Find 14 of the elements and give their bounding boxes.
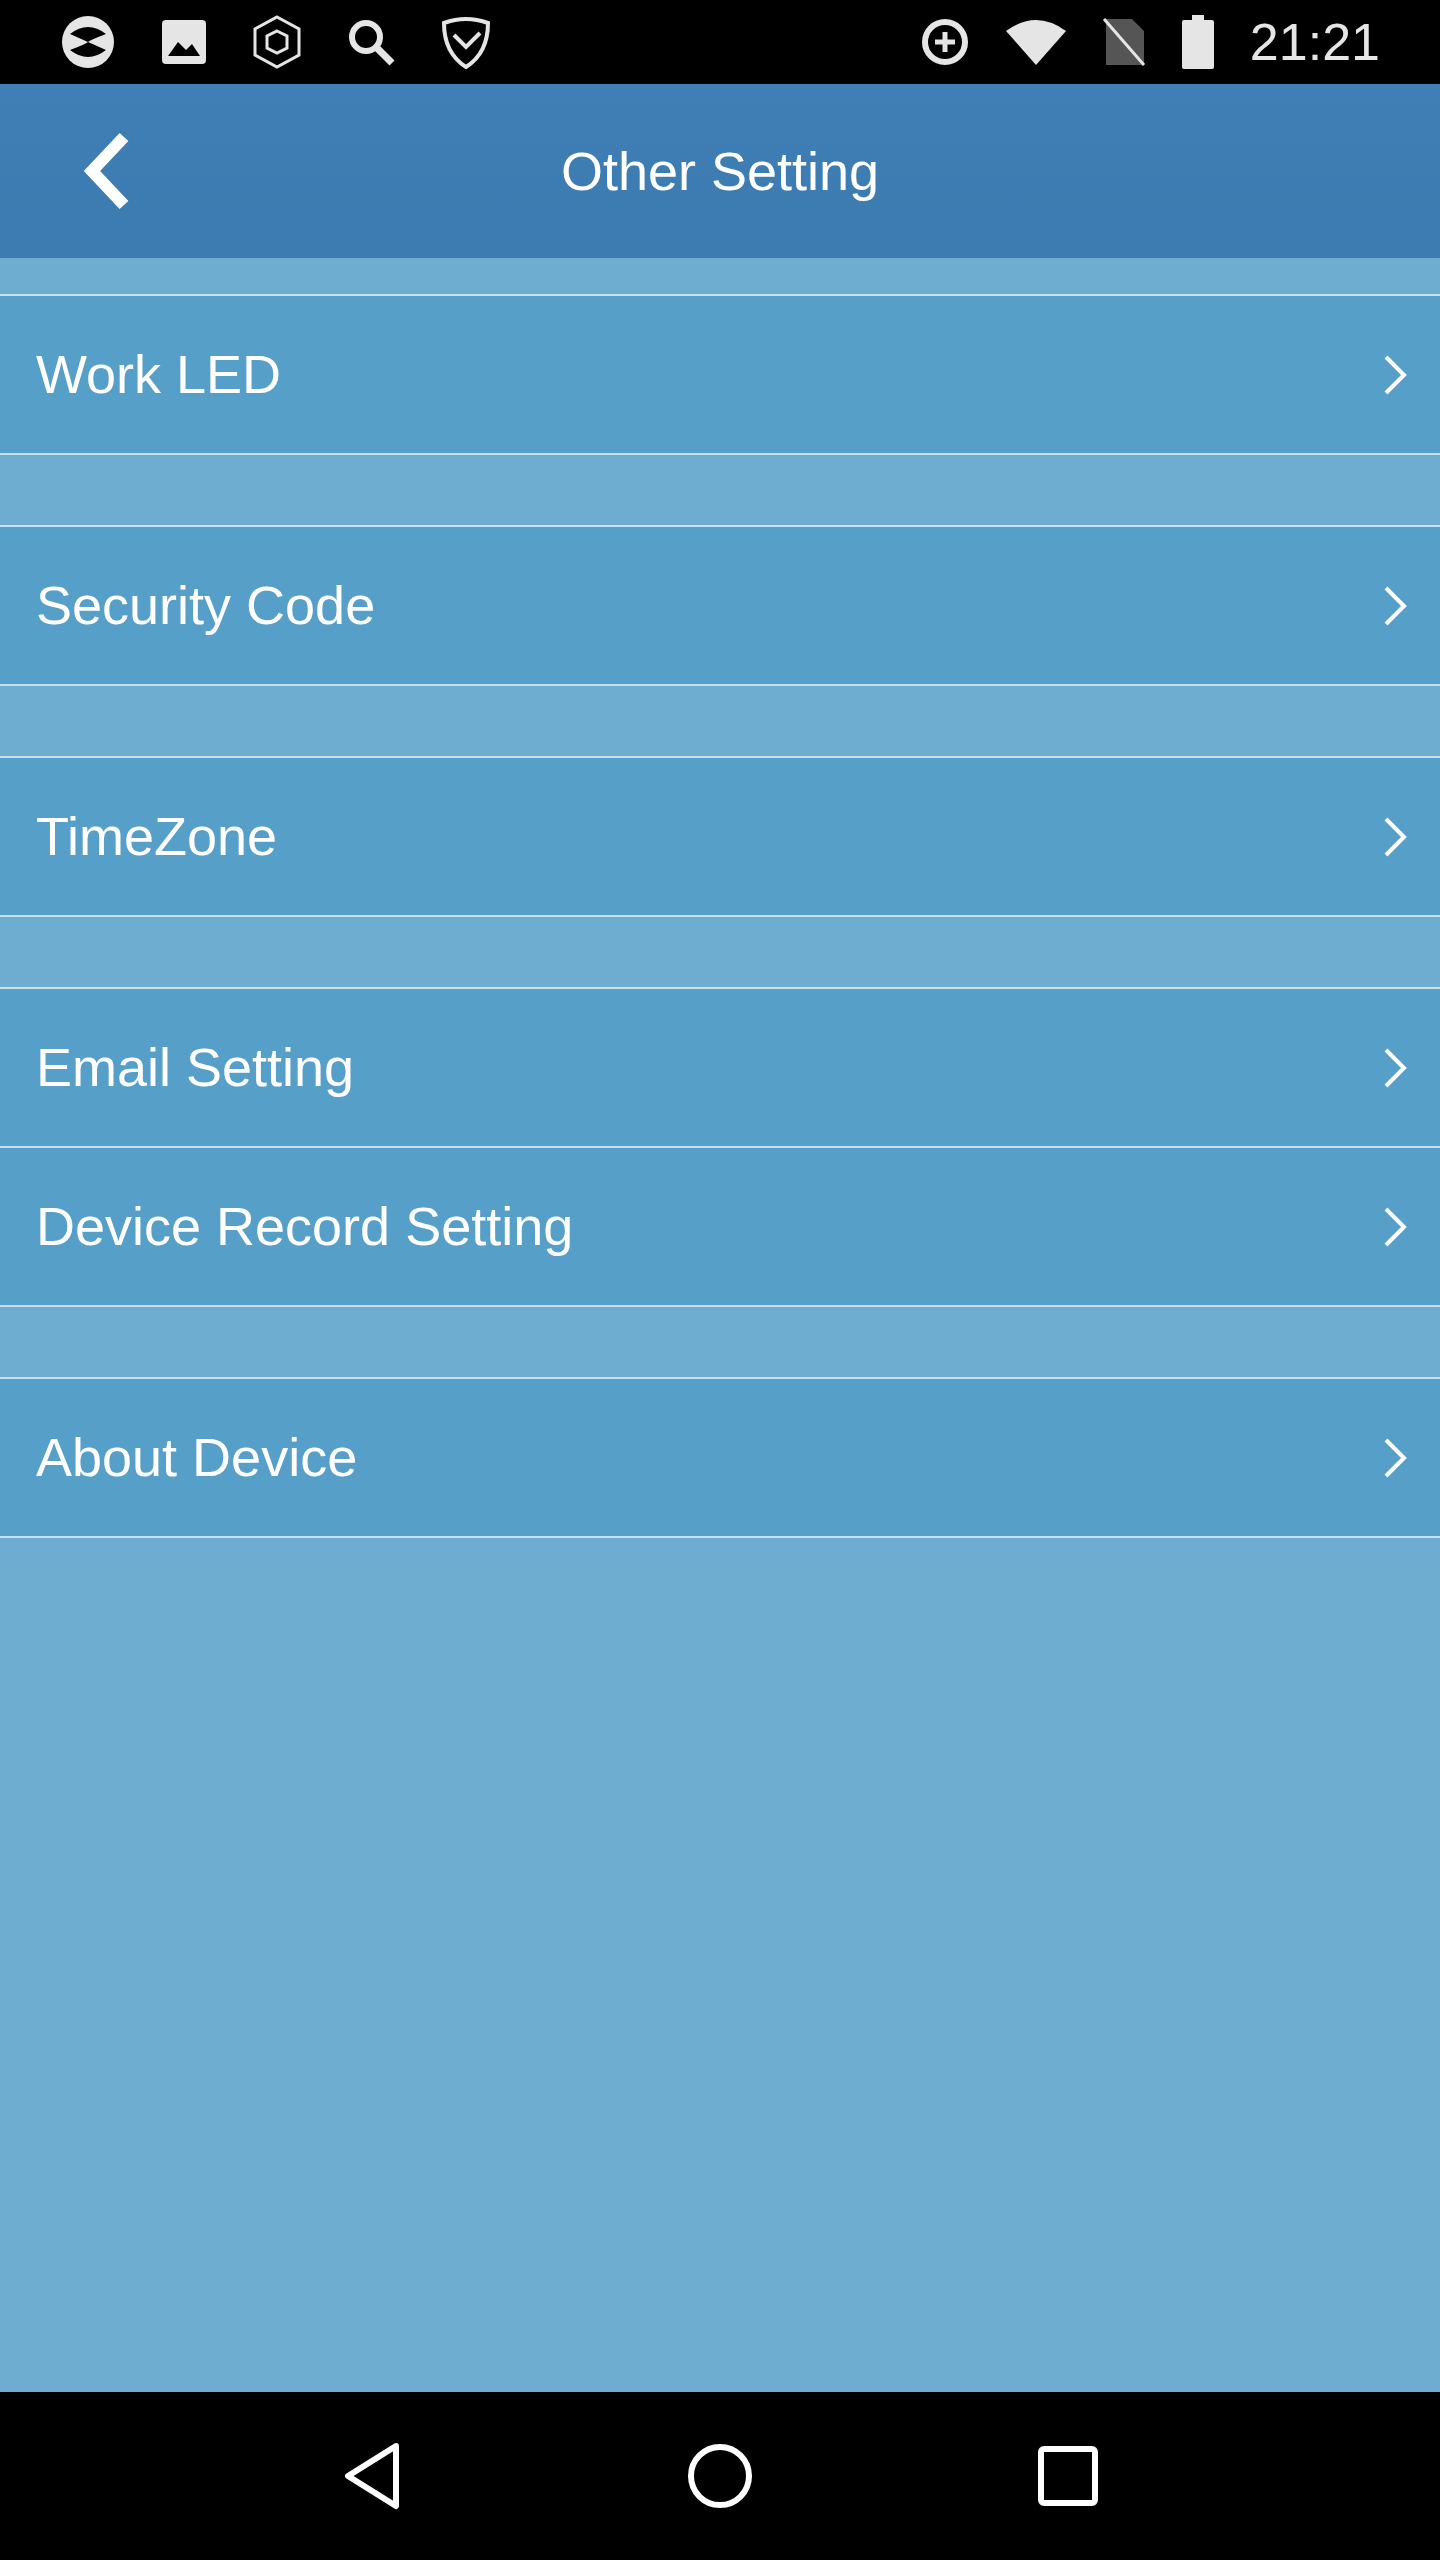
row-label: Work LED <box>36 343 283 406</box>
settings-row[interactable]: Work LED <box>0 296 1440 455</box>
settings-row[interactable]: Security Code <box>0 527 1440 686</box>
settings-row[interactable]: TimeZone <box>0 758 1440 917</box>
header-title: Other Setting <box>560 139 880 203</box>
settings-row[interactable]: About Device <box>0 1379 1440 1538</box>
row-label: About Device <box>36 1426 359 1489</box>
settings-row[interactable]: Device Record Setting <box>0 1148 1440 1307</box>
row-label: Email Setting <box>36 1036 356 1099</box>
row-label: Security Code <box>36 574 377 637</box>
row-label: TimeZone <box>36 805 279 868</box>
settings-row[interactable]: Email Setting <box>0 989 1440 1148</box>
status-time: 21:21 <box>1249 16 1380 68</box>
row-label: Device Record Setting <box>36 1195 575 1258</box>
